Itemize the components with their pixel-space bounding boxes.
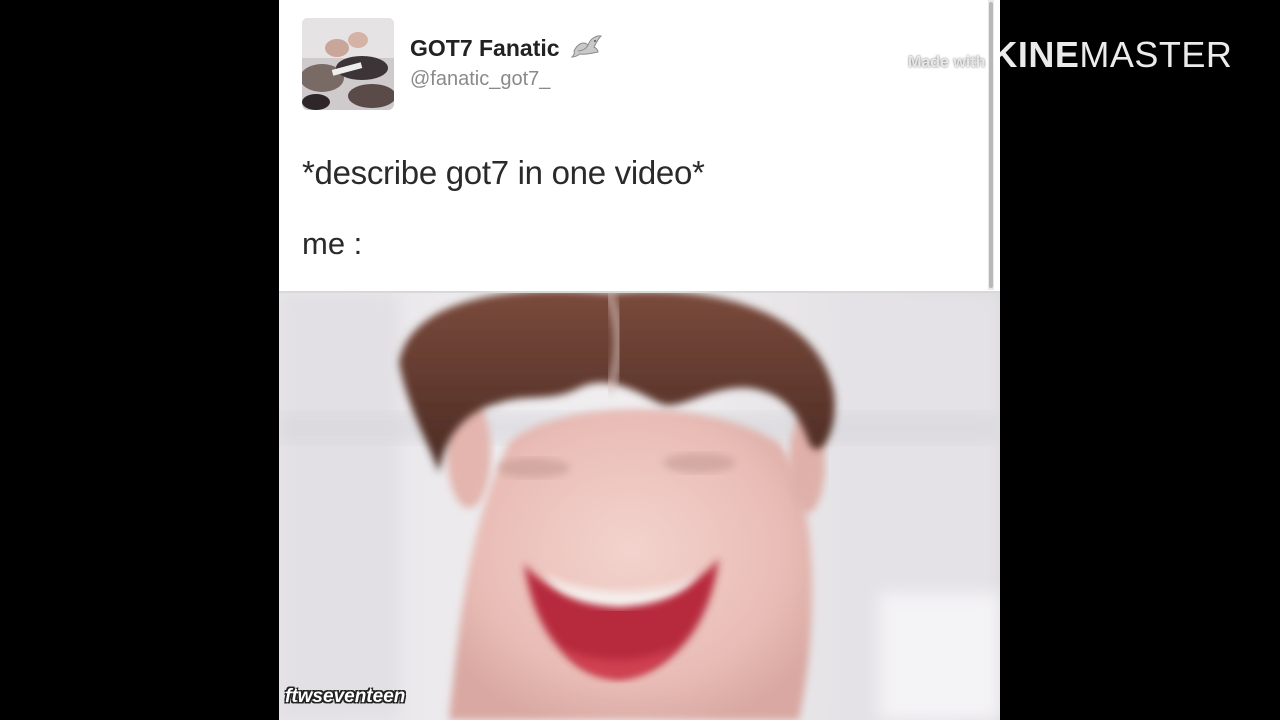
display-name-row: GOT7 Fanatic xyxy=(410,33,604,63)
dove-icon xyxy=(570,33,604,63)
watermark-made-with: Made with xyxy=(908,54,986,71)
watermark-brand-light: MASTER xyxy=(1079,34,1233,75)
tweet-text: *describe got7 in one video* xyxy=(302,154,705,191)
video-frame: GOT7 Fanatic @fanatic_got7_ *describe go… xyxy=(0,0,1280,720)
handle[interactable]: @fanatic_got7_ xyxy=(410,68,550,91)
tweet-me-line: me : xyxy=(302,226,363,261)
avatar-photo-icon xyxy=(302,18,394,110)
display-name[interactable]: GOT7 Fanatic xyxy=(410,35,560,62)
photo-credit: ftwseventeen xyxy=(285,686,406,707)
media-photo: ftwseventeen xyxy=(279,293,1000,720)
meme-image: GOT7 Fanatic @fanatic_got7_ *describe go… xyxy=(279,0,1000,720)
watermark-brand-bold: KINE xyxy=(991,34,1080,75)
person-photo-image xyxy=(279,293,1000,720)
tweet-card: GOT7 Fanatic @fanatic_got7_ *describe go… xyxy=(279,0,1000,292)
kinemaster-watermark: Made with KINE MASTER xyxy=(908,34,1232,76)
avatar[interactable] xyxy=(302,18,394,110)
